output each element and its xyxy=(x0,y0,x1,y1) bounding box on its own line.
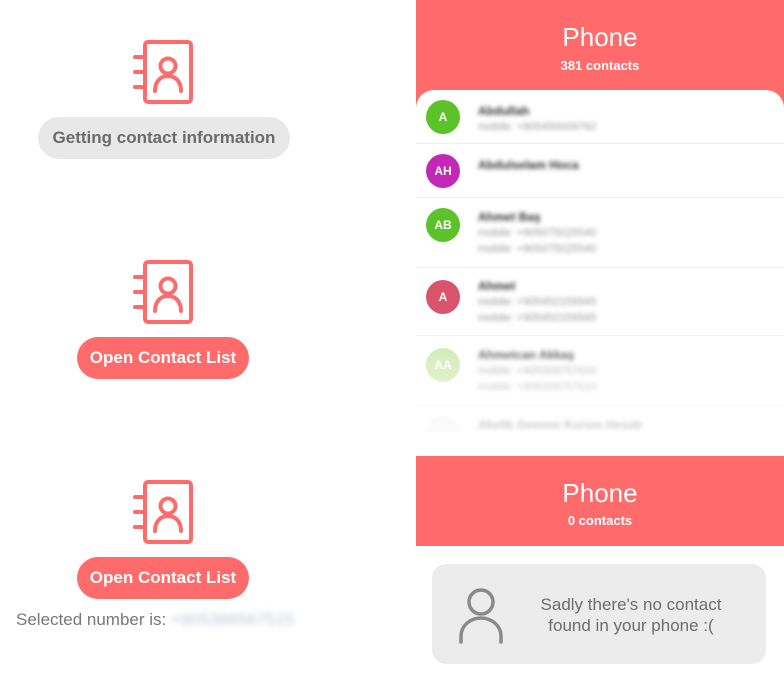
avatar xyxy=(426,416,460,432)
contact-list-screen: Phone 381 contacts A Abdullah mobile: +9… xyxy=(416,0,784,432)
contact-name: Ahmet xyxy=(478,279,516,293)
empty-state-card: Sadly there's no contact found in your p… xyxy=(432,564,766,664)
avatar: AB xyxy=(426,208,460,242)
contact-list: A Abdullah mobile: +905450009762 AH Abdu… xyxy=(416,90,784,432)
contact-name: Ahmet Baş xyxy=(478,210,541,224)
loading-status-pill: Getting contact information xyxy=(38,117,290,159)
contact-count: 0 contacts xyxy=(567,513,633,528)
contact-book-icon xyxy=(131,39,195,105)
person-icon xyxy=(459,588,503,644)
empty-contacts-screen: Phone 0 contacts Sadly there's no contac… xyxy=(416,456,784,695)
open-contact-list-button[interactable]: Open Contact List xyxy=(77,337,249,379)
selected-number-value: +905366567515 xyxy=(170,610,295,629)
contact-number: mobile: +905452159945 xyxy=(478,296,597,308)
contact-count: 381 contacts xyxy=(560,58,640,73)
contact-name: Abdullah xyxy=(478,104,530,118)
contact-number: mobile: +905452159945 xyxy=(478,312,597,324)
contact-number: mobile: +905309757610 xyxy=(478,381,597,393)
contact-number: mobile: +905075025540 xyxy=(478,227,597,239)
contact-number: mobile: +905309757610 xyxy=(478,365,597,377)
avatar: A xyxy=(426,100,460,134)
contact-name: Akelik Gemme Kurum Hesab xyxy=(478,418,643,432)
avatar: A xyxy=(426,280,460,314)
avatar: AA xyxy=(426,348,460,382)
contact-row[interactable]: AH Abdulselam Hoca xyxy=(416,144,784,198)
contact-number: mobile: +905450009762 xyxy=(478,121,597,133)
avatar: AH xyxy=(426,154,460,188)
left-demo-column: Getting contact information Open Contact… xyxy=(0,0,330,695)
selected-number-label: Selected number is: xyxy=(16,610,167,629)
contact-row[interactable]: A Abdullah mobile: +905450009762 xyxy=(416,90,784,144)
contact-book-icon xyxy=(131,259,195,325)
contact-row[interactable]: AB Ahmet Baş mobile: +905075025540 mobil… xyxy=(416,198,784,268)
contact-number: mobile: +905075025540 xyxy=(478,243,597,255)
selected-number-text: Selected number is: +905366567515 xyxy=(16,610,294,630)
screen-title: Phone xyxy=(562,22,638,52)
empty-state-message: Sadly there's no contact found in your p… xyxy=(540,595,722,635)
contact-row[interactable]: A Ahmet mobile: +905452159945 mobile: +9… xyxy=(416,268,784,336)
contact-row[interactable]: Akelik Gemme Kurum Hesab xyxy=(416,406,784,432)
contact-name: Ahmetcan Akkaş xyxy=(478,348,575,362)
header-band: Phone 0 contacts xyxy=(416,456,784,546)
contact-book-icon xyxy=(131,479,195,545)
open-contact-list-button[interactable]: Open Contact List xyxy=(77,557,249,599)
screen-title: Phone xyxy=(562,478,638,508)
contact-name: Abdulselam Hoca xyxy=(478,158,579,172)
contact-row[interactable]: AA Ahmetcan Akkaş mobile: +905309757610 … xyxy=(416,336,784,406)
